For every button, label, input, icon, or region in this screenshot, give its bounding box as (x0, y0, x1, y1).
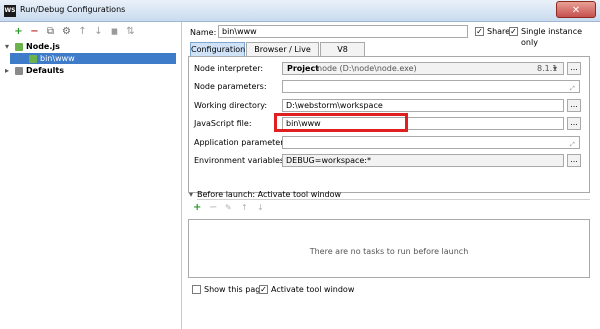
move-down-icon[interactable]: ↓ (93, 26, 104, 37)
webstorm-app-icon: WS (4, 5, 16, 17)
expand-icon[interactable]: ⤢ (570, 85, 575, 93)
before-launch-tasks-list: There are no tasks to run before launch (188, 219, 590, 278)
share-checkbox[interactable]: ✓ (475, 27, 484, 36)
node-interpreter-browse-button[interactable]: ... (567, 62, 581, 75)
environment-variables-browse-button[interactable]: ... (567, 154, 581, 167)
edit-defaults-icon[interactable]: ⚙ (61, 26, 72, 37)
tree-node-nodejs[interactable]: ▾ Node.js (5, 41, 175, 52)
environment-variables-input[interactable]: DEBUG=workspace:* (282, 154, 564, 167)
move-task-down-icon[interactable]: ↓ (257, 203, 264, 212)
tree-label-defaults: Defaults (26, 66, 64, 75)
run-debug-window: WS Run/Debug Configurations ✕ + − ⧉ ⚙ ↑ … (0, 0, 600, 329)
collapse-arrow-icon[interactable]: ▸ (5, 65, 9, 76)
folder-icon[interactable]: ▆ (109, 26, 120, 37)
move-task-up-icon[interactable]: ↑ (241, 203, 248, 212)
single-instance-label: Single instance only (521, 27, 583, 47)
close-button[interactable]: ✕ (556, 1, 596, 18)
tab-v8-profiling[interactable]: V8 Profiling (320, 42, 365, 68)
node-interpreter-label: Node interpreter: (194, 64, 264, 73)
defaults-icon (15, 67, 23, 75)
working-directory-input[interactable]: D:\webstorm\workspace (282, 99, 564, 112)
tree-node-defaults[interactable]: ▸ Defaults (5, 65, 175, 76)
tab-configuration[interactable]: Configuration (190, 42, 245, 56)
title-bar: WS Run/Debug Configurations ✕ (0, 0, 600, 22)
activate-tool-window-checkbox[interactable]: ✓ (259, 285, 268, 294)
single-instance-checkbox[interactable]: ✓ (509, 27, 518, 36)
name-label: Name: (190, 28, 217, 37)
node-interpreter-select[interactable]: Project node (D:\node\node.exe) 8.1.1 ▾ (282, 62, 564, 75)
window-title: Run/Debug Configurations (20, 5, 126, 14)
expand-arrow-icon[interactable]: ▾ (5, 41, 9, 52)
edit-task-icon[interactable]: ✎ (225, 203, 232, 212)
node-parameters-label: Node parameters: (194, 82, 267, 91)
chevron-down-icon: ▾ (553, 64, 558, 73)
move-up-icon[interactable]: ↑ (77, 26, 88, 37)
nodejs-config-icon (29, 55, 37, 63)
before-launch-collapse-icon[interactable]: ▾ (189, 190, 193, 199)
activate-tool-window-label: Activate tool window (271, 285, 355, 294)
remove-configuration-icon[interactable]: − (29, 26, 40, 37)
tree-item-binwww[interactable]: bin\www (10, 53, 176, 64)
tree-label-binwww: bin\www (40, 54, 75, 63)
add-task-icon[interactable]: + (193, 202, 201, 213)
configuration-editor: Name: bin\www ✓ Share ✓ Single instance … (182, 22, 600, 329)
interpreter-project-label: Project (287, 64, 320, 73)
add-configuration-icon[interactable]: + (13, 26, 24, 37)
nodejs-icon (15, 43, 23, 51)
tree-label-nodejs: Node.js (26, 42, 60, 51)
expand-icon[interactable]: ⤢ (570, 141, 575, 149)
show-page-label: Show this page (204, 285, 266, 294)
share-label: Share (487, 27, 511, 36)
remove-task-icon[interactable]: − (209, 202, 217, 213)
javascript-file-label: JavaScript file: (194, 119, 252, 128)
name-input[interactable]: bin\www (218, 25, 468, 38)
tab-browser-live-edit[interactable]: Browser / Live Edit (246, 42, 319, 68)
separator (197, 199, 590, 200)
working-directory-browse-button[interactable]: ... (567, 99, 581, 112)
application-parameters-label: Application parameters: (194, 138, 291, 147)
interpreter-path: node (D:\node\node.exe) (317, 64, 417, 73)
sort-icon[interactable]: ⇅ (125, 26, 136, 37)
working-directory-label: Working directory: (194, 101, 268, 110)
copy-configuration-icon[interactable]: ⧉ (45, 26, 56, 37)
show-page-checkbox[interactable] (192, 285, 201, 294)
empty-tasks-message: There are no tasks to run before launch (309, 247, 469, 256)
environment-variables-label: Environment variables: (194, 156, 287, 165)
highlight-annotation (274, 113, 408, 132)
javascript-file-browse-button[interactable]: ... (567, 117, 581, 130)
application-parameters-input[interactable] (282, 136, 580, 149)
node-parameters-input[interactable] (282, 80, 580, 93)
configurations-tree-pane: + − ⧉ ⚙ ↑ ↓ ▆ ⇅ ▾ Node.js bin\www ▸ Defa… (0, 22, 182, 329)
